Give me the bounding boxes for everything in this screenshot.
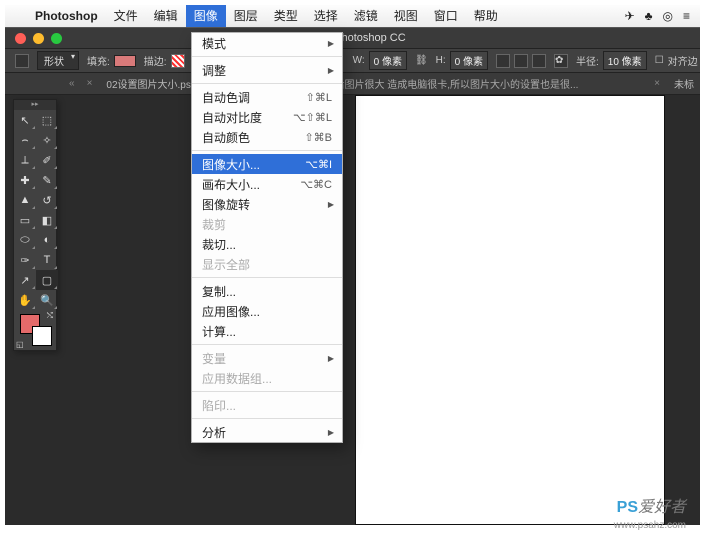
color-swatches: ⤭ ◱ bbox=[14, 310, 56, 350]
align-icon[interactable] bbox=[514, 54, 528, 68]
watermark: PS爱好者 bbox=[617, 493, 686, 517]
height-field[interactable]: 0 像素 bbox=[450, 51, 488, 70]
radius-field[interactable]: 10 像素 bbox=[603, 51, 647, 70]
menu-item[interactable]: 调整 bbox=[192, 60, 342, 80]
heal-tool[interactable]: ✚ bbox=[14, 170, 36, 190]
mac-menubar: Photoshop 文件 编辑 图像 图层 类型 选择 滤镜 视图 窗口 帮助 … bbox=[5, 5, 700, 27]
menu-extra-icon[interactable]: ≡ bbox=[683, 9, 690, 23]
menu-item[interactable]: 分析 bbox=[192, 422, 342, 442]
tab-close-icon[interactable]: × bbox=[87, 78, 93, 89]
toolbox: ▸▸ ↖⬚⌢✧⟂✐✚✎▲↺▭◧⬭◐✑T↗▢✋🔍 ⤭ ◱ bbox=[13, 99, 57, 351]
menu-item[interactable]: 图像大小...⌥⌘I bbox=[192, 154, 342, 174]
menu-item: 变量 bbox=[192, 348, 342, 368]
link-icon[interactable]: ⛓ bbox=[415, 55, 428, 66]
menu-item[interactable]: 模式 bbox=[192, 33, 342, 53]
menu-item[interactable]: 画布大小...⌥⌘C bbox=[192, 174, 342, 194]
pen-tool[interactable]: ✑ bbox=[14, 250, 36, 270]
app-name[interactable]: Photoshop bbox=[27, 9, 106, 23]
close-icon[interactable] bbox=[15, 33, 26, 44]
move-tool[interactable]: ↖ bbox=[14, 110, 36, 130]
stroke-swatch[interactable] bbox=[171, 54, 185, 68]
menu-item[interactable]: 图像旋转 bbox=[192, 194, 342, 214]
w-label: W: bbox=[353, 55, 365, 66]
background-color[interactable] bbox=[32, 326, 52, 346]
image-menu-dropdown: 模式调整自动色调⇧⌘L自动对比度⌥⇧⌘L自动颜色⇧⌘B 图像大小...⌥⌘I画布大… bbox=[191, 32, 343, 443]
watermark-url: www.psahz.com bbox=[614, 520, 686, 531]
type-tool[interactable]: T bbox=[36, 250, 58, 270]
menu-item[interactable]: 自动颜色⇧⌘B bbox=[192, 127, 342, 147]
width-field[interactable]: 0 像素 bbox=[369, 51, 407, 70]
fill-swatch[interactable] bbox=[114, 55, 136, 67]
menu-item: 应用数据组... bbox=[192, 368, 342, 388]
menu-item[interactable]: 裁切... bbox=[192, 234, 342, 254]
gradient-tool[interactable]: ◧ bbox=[36, 210, 58, 230]
plane-icon[interactable]: ✈ bbox=[625, 9, 635, 23]
document-tab-2[interactable]: 未标 bbox=[668, 74, 700, 93]
menu-item[interactable]: 自动对比度⌥⇧⌘L bbox=[192, 107, 342, 127]
menu-window[interactable]: 窗口 bbox=[426, 5, 466, 27]
arrange-icon[interactable] bbox=[532, 54, 546, 68]
menu-item: 显示全部 bbox=[192, 254, 342, 274]
menu-help[interactable]: 帮助 bbox=[466, 5, 506, 27]
menu-view[interactable]: 视图 bbox=[386, 5, 426, 27]
menu-item[interactable]: 自动色调⇧⌘L bbox=[192, 87, 342, 107]
menu-item[interactable]: 计算... bbox=[192, 321, 342, 341]
stroke-label: 描边: bbox=[144, 53, 167, 68]
eraser-tool[interactable]: ▭ bbox=[14, 210, 36, 230]
menu-item[interactable]: 复制... bbox=[192, 281, 342, 301]
menu-image[interactable]: 图像 bbox=[186, 5, 226, 27]
swap-colors-icon[interactable]: ⤭ bbox=[47, 311, 53, 321]
stamp-tool[interactable]: ▲ bbox=[14, 190, 36, 210]
eyedropper-tool[interactable]: ✐ bbox=[36, 150, 58, 170]
fill-label: 填充: bbox=[87, 53, 110, 68]
document-tabs: « × 02设置图片大小.psd @ ... 有小伙伴反应说拼图之后图片很大 造… bbox=[5, 73, 700, 95]
menu-item: 陷印... bbox=[192, 395, 342, 415]
menu-select[interactable]: 选择 bbox=[306, 5, 346, 27]
menu-layer[interactable]: 图层 bbox=[226, 5, 266, 27]
history-brush-tool[interactable]: ↺ bbox=[36, 190, 58, 210]
crop-tool[interactable]: ⟂ bbox=[14, 150, 36, 170]
menu-file[interactable]: 文件 bbox=[106, 5, 146, 27]
marquee-tool[interactable]: ⬚ bbox=[36, 110, 58, 130]
menu-item: 裁剪 bbox=[192, 214, 342, 234]
cc-icon[interactable]: ◎ bbox=[663, 9, 673, 23]
h-label: H: bbox=[436, 55, 446, 66]
default-colors-icon[interactable]: ◱ bbox=[16, 340, 24, 349]
tab-prev-icon[interactable]: « bbox=[65, 78, 79, 89]
path-tool[interactable]: ↗ bbox=[14, 270, 36, 290]
align-edges-label: 对齐边 bbox=[668, 53, 698, 68]
menu-item[interactable]: 应用图像... bbox=[192, 301, 342, 321]
toolbox-collapse-icon[interactable]: ▸▸ bbox=[14, 100, 56, 110]
gear-icon[interactable]: ✿ bbox=[554, 54, 568, 68]
lasso-tool[interactable]: ⌢ bbox=[14, 130, 36, 150]
zoom-tool[interactable]: 🔍 bbox=[36, 290, 58, 310]
align-edges-checkbox[interactable]: ☐ bbox=[655, 55, 664, 66]
brush-tool[interactable]: ✎ bbox=[36, 170, 58, 190]
hand-tool[interactable]: ✋ bbox=[14, 290, 36, 310]
window-titlebar: Adobe Photoshop CC bbox=[5, 27, 700, 49]
shape-mode-dropdown[interactable]: 形状 bbox=[37, 51, 79, 70]
shape-tool[interactable]: ▢ bbox=[36, 270, 58, 290]
workspace bbox=[5, 95, 700, 525]
tool-preset-icon[interactable] bbox=[15, 54, 29, 68]
tab-close-icon-2[interactable]: × bbox=[654, 78, 660, 89]
pathop-icon[interactable] bbox=[496, 54, 510, 68]
penguin-icon[interactable]: ♣ bbox=[645, 9, 653, 23]
minimize-icon[interactable] bbox=[33, 33, 44, 44]
maximize-icon[interactable] bbox=[51, 33, 62, 44]
menu-type[interactable]: 类型 bbox=[266, 5, 306, 27]
radius-label: 半径: bbox=[576, 53, 599, 68]
options-bar: 形状 填充: 描边: W: 0 像素 ⛓ H: 0 像素 ✿ 半径: 10 像素 ☐ 对… bbox=[5, 49, 700, 73]
canvas[interactable] bbox=[355, 95, 665, 525]
dodge-tool[interactable]: ◐ bbox=[36, 230, 58, 250]
menu-edit[interactable]: 编辑 bbox=[146, 5, 186, 27]
magic-wand-tool[interactable]: ✧ bbox=[36, 130, 58, 150]
blur-tool[interactable]: ⬭ bbox=[14, 230, 36, 250]
menu-filter[interactable]: 滤镜 bbox=[346, 5, 386, 27]
